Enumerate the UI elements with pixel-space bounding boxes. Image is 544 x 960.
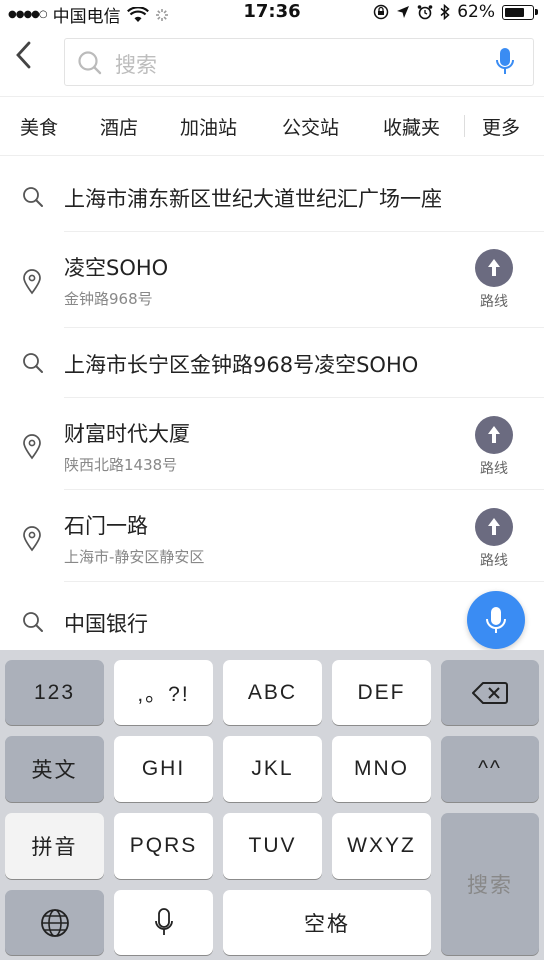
route-label: 路线	[480, 553, 508, 569]
key-english[interactable]: 英文	[5, 736, 104, 802]
list-item-place[interactable]: 财富时代大厦 陕西北路1438号 路线	[0, 398, 544, 490]
category-gas-station[interactable]: 加油站	[180, 113, 237, 140]
battery-icon	[502, 4, 538, 20]
search-header: 搜索	[0, 24, 544, 96]
search-key[interactable]: 搜索	[441, 813, 539, 955]
result-title: 上海市浦东新区世纪大道世纪汇广场一座	[64, 187, 442, 211]
result-address: 金钟路968号	[64, 290, 153, 308]
route-arrow-icon	[475, 508, 513, 546]
key-def[interactable]: DEF	[332, 660, 431, 725]
search-icon	[23, 353, 43, 373]
category-more[interactable]: 更多	[482, 113, 520, 140]
result-title: 中国银行	[64, 612, 148, 636]
list-item-place[interactable]: 石门一路 上海市-静安区静安区 路线	[0, 490, 544, 582]
key-wxyz[interactable]: WXYZ	[332, 813, 431, 879]
key-pqrs[interactable]: PQRS	[114, 813, 213, 879]
route-label: 路线	[480, 461, 508, 477]
alarm-icon	[417, 5, 433, 20]
search-icon	[78, 51, 102, 75]
backspace-icon	[472, 681, 508, 704]
key-emoticon[interactable]: ^^	[441, 736, 539, 802]
globe-key[interactable]	[5, 890, 104, 955]
category-bar: 美食 酒店 加油站 公交站 收藏夹 更多	[0, 96, 544, 156]
result-title: 上海市长宁区金钟路968号凌空SOHO	[64, 353, 419, 377]
battery-fill	[505, 7, 524, 17]
result-title: 石门一路	[64, 514, 148, 538]
location-pin-icon	[23, 434, 41, 460]
location-pin-icon	[23, 269, 41, 295]
key-mno[interactable]: MNO	[332, 736, 431, 802]
status-bar: ●●●●○ 中国电信 17:36 62%	[0, 0, 544, 27]
microphone-icon	[154, 907, 173, 935]
keyboard: 123 ,。?! ABC DEF 英文 GHI JKL MNO ^^ 拼音 PQ…	[0, 650, 544, 960]
route-arrow-icon	[475, 416, 513, 454]
key-tuv[interactable]: TUV	[223, 813, 322, 879]
chevron-left-icon	[16, 41, 31, 69]
category-divider	[464, 115, 465, 137]
category-favorites[interactable]: 收藏夹	[383, 113, 440, 140]
location-pin-icon	[23, 526, 41, 552]
route-label: 路线	[480, 294, 508, 310]
screen-lock-icon	[373, 4, 389, 20]
route-button[interactable]: 路线	[474, 249, 514, 311]
voice-search-button[interactable]	[467, 591, 525, 649]
search-input[interactable]: 搜索	[64, 38, 534, 86]
list-item-search[interactable]: 上海市长宁区金钟路968号凌空SOHO	[0, 328, 544, 398]
result-address: 上海市-静安区静安区	[64, 548, 205, 566]
microphone-icon	[486, 607, 506, 633]
space-key[interactable]: 空格	[223, 890, 431, 955]
key-jkl[interactable]: JKL	[223, 736, 322, 802]
category-hotel[interactable]: 酒店	[100, 113, 138, 140]
bluetooth-icon	[440, 4, 450, 20]
location-arrow-icon	[397, 6, 410, 18]
result-title: 财富时代大厦	[64, 422, 190, 446]
route-arrow-icon	[475, 249, 513, 287]
key-ghi[interactable]: GHI	[114, 736, 213, 802]
key-pinyin[interactable]: 拼音	[5, 813, 104, 879]
category-bus-stop[interactable]: 公交站	[282, 113, 339, 140]
globe-icon	[40, 908, 69, 937]
list-item-search[interactable]: 中国银行	[0, 582, 544, 650]
key-123[interactable]: 123	[5, 660, 104, 725]
search-placeholder: 搜索	[115, 53, 157, 77]
key-abc[interactable]: ABC	[223, 660, 322, 725]
key-punctuation[interactable]: ,。?!	[114, 660, 213, 725]
result-title: 凌空SOHO	[64, 256, 169, 280]
category-food[interactable]: 美食	[20, 113, 58, 140]
result-address: 陕西北路1438号	[64, 456, 178, 474]
list-item-place[interactable]: 凌空SOHO 金钟路968号 路线	[0, 232, 544, 328]
search-icon	[23, 612, 43, 632]
route-button[interactable]: 路线	[474, 416, 514, 478]
delete-key[interactable]	[441, 660, 539, 725]
battery-percent: 62%	[457, 2, 495, 22]
dictation-key[interactable]	[114, 890, 213, 955]
back-button[interactable]	[14, 40, 44, 80]
search-icon	[23, 187, 43, 207]
route-button[interactable]: 路线	[474, 508, 514, 570]
list-item-search[interactable]: 上海市浦东新区世纪大道世纪汇广场一座	[0, 155, 544, 232]
microphone-icon[interactable]	[495, 47, 515, 77]
